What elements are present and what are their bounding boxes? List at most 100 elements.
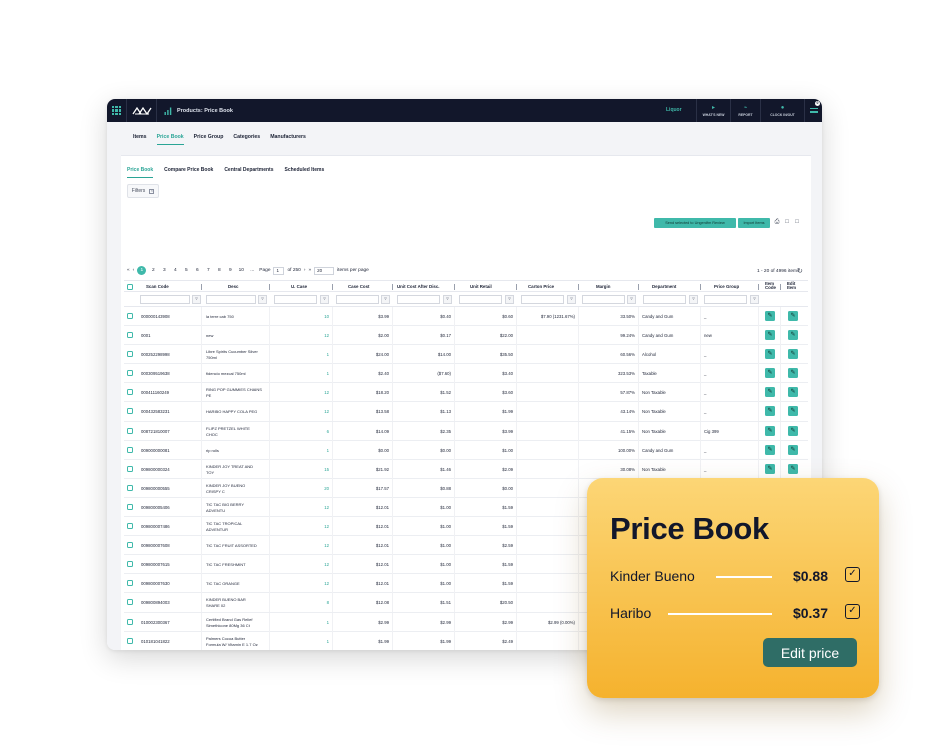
row-checkbox[interactable] (127, 313, 133, 319)
last-page-icon[interactable]: » (308, 268, 311, 273)
edit-item-icon[interactable]: ✎ (788, 368, 798, 379)
col-edit-item[interactable]: Edit Item (787, 281, 799, 291)
table-row[interactable]: 0001 new 12 $2.00 $0.17 $22.00 99.24% Candy and… (124, 326, 808, 346)
col-price-group[interactable]: Price Group (714, 284, 739, 289)
item-code-edit-icon[interactable]: ✎ (765, 387, 775, 398)
filter-price-group[interactable] (704, 295, 747, 304)
row-checkbox[interactable] (127, 542, 133, 549)
item-code-edit-icon[interactable]: ✎ (765, 368, 775, 379)
tab-price-group[interactable]: Price Group (194, 134, 224, 145)
filter-unit-retail[interactable] (459, 295, 502, 304)
refresh-icon[interactable]: ↻ (797, 267, 803, 275)
print-icon[interactable]: ⎙ (774, 219, 780, 226)
filter-unit-cost[interactable] (397, 295, 440, 304)
row-checkbox[interactable] (127, 580, 133, 587)
col-scan-code[interactable]: Scan Code (146, 284, 169, 289)
filter-icon[interactable]: ▿ (192, 295, 201, 304)
import-items-button[interactable]: Import Items (738, 218, 770, 228)
filter-icon[interactable]: ▿ (567, 295, 576, 304)
row-checkbox[interactable] (127, 370, 133, 377)
row-checkbox[interactable] (127, 332, 133, 339)
edit-item-icon[interactable]: ✎ (788, 330, 798, 341)
first-page-icon[interactable]: « (127, 268, 130, 273)
edit-item-icon[interactable]: ✎ (788, 349, 798, 360)
page-input[interactable]: 1 (273, 266, 285, 275)
edit-item-icon[interactable]: ✎ (788, 444, 798, 455)
row-checkbox[interactable] (127, 599, 133, 606)
page-9[interactable]: 9 (226, 268, 234, 273)
user-name[interactable]: Liquor (666, 107, 682, 113)
col-desc[interactable]: Desc (228, 284, 239, 289)
col-unit-cost[interactable]: Unit Cost After Disc. (397, 284, 440, 289)
page-6[interactable]: 6 (193, 268, 201, 273)
page-2[interactable]: 2 (149, 268, 157, 273)
table-row[interactable]: 000411160249 RING POP GUMMIES CHAINS PE 12 $… (124, 383, 808, 403)
checkbox-checked-icon[interactable]: ✓ (845, 567, 860, 582)
item-code-edit-icon[interactable]: ✎ (765, 406, 775, 417)
item-code-edit-icon[interactable]: ✎ (765, 425, 775, 436)
report-button[interactable]: ⌁ REPORT (730, 99, 760, 122)
page-1[interactable]: 1 (137, 266, 147, 275)
col-item-code[interactable]: Item Code (765, 281, 777, 291)
logo-icon[interactable] (127, 99, 157, 122)
page-7[interactable]: 7 (204, 268, 212, 273)
filter-u-case[interactable] (274, 295, 317, 304)
subtab-central-departments[interactable]: Central Departments (224, 167, 273, 178)
edit-item-icon[interactable]: ✎ (788, 311, 798, 321)
table-row[interactable]: 000000143908 la terre cab 750 10 $3.99 $0.40… (124, 307, 808, 327)
tab-categories[interactable]: Categories (233, 134, 260, 145)
subtab-compare-price-book[interactable]: Compare Price Book (164, 167, 213, 178)
page-8[interactable]: 8 (215, 268, 223, 273)
item-code-edit-icon[interactable]: ✎ (765, 463, 775, 474)
prev-page-icon[interactable]: ‹ (133, 268, 135, 273)
table-row[interactable]: 008721810007 FLIPZ PRETZEL WHITE CHOC 6 $14.… (124, 421, 808, 441)
filter-icon[interactable]: ▿ (320, 295, 329, 304)
col-case-cost[interactable]: Case Cost (348, 284, 369, 289)
filter-icon[interactable]: ▿ (381, 295, 390, 304)
export-csv-icon[interactable]: □ (794, 219, 800, 226)
filter-scan-code[interactable] (140, 295, 190, 304)
filter-department[interactable] (643, 295, 686, 304)
row-checkbox[interactable] (127, 484, 133, 491)
filter-icon[interactable]: ▿ (750, 295, 759, 304)
subtab-price-book[interactable]: Price Book (127, 167, 154, 178)
edit-item-icon[interactable]: ✎ (788, 463, 798, 474)
col-u-case[interactable]: U. Case (291, 284, 307, 289)
tab-items[interactable]: Items (133, 134, 147, 145)
per-page-select[interactable]: 20 (314, 266, 335, 275)
filter-icon[interactable]: ▿ (627, 295, 636, 304)
filter-icon[interactable]: ▿ (258, 295, 267, 304)
row-checkbox[interactable] (127, 389, 133, 396)
row-checkbox[interactable] (127, 503, 133, 510)
send-selected-button[interactable]: Send selected to Ungerdfm Review (654, 218, 736, 228)
item-code-edit-icon[interactable]: ✎ (765, 349, 775, 360)
page-5[interactable]: 5 (182, 268, 190, 273)
edit-item-icon[interactable]: ✎ (788, 406, 798, 417)
table-row[interactable]: 009800000324 KINDER JOY TREAT AND TOY 15 $21… (124, 459, 808, 479)
table-row[interactable]: 000252298998 Libre Spirits Cucumber Silve… (124, 345, 808, 365)
select-all-checkbox[interactable] (127, 284, 133, 290)
table-row[interactable]: 000309519638 fidencio mezcal 750ml 1 $2.40 (… (124, 364, 808, 384)
row-checkbox[interactable] (127, 351, 133, 358)
row-checkbox[interactable] (127, 465, 133, 472)
apps-grid-icon[interactable] (107, 99, 127, 122)
table-row[interactable]: 000432583231 HARIBO HAPPY COLA PEG 12 $13.5… (124, 402, 808, 422)
row-checkbox[interactable] (127, 618, 133, 625)
clock-in-out-button[interactable]: ● CLOCK IN/OUT (760, 99, 804, 122)
next-page-icon[interactable]: › (304, 268, 306, 273)
subtab-scheduled-items[interactable]: Scheduled Items (285, 167, 325, 178)
row-checkbox[interactable] (127, 408, 133, 415)
filter-icon[interactable]: ▿ (505, 295, 514, 304)
export-file-icon[interactable]: □ (784, 219, 790, 226)
filter-case-cost[interactable] (336, 295, 379, 304)
page-10[interactable]: 10 (237, 268, 245, 273)
checkbox-checked-icon[interactable]: ✓ (845, 604, 860, 619)
row-checkbox[interactable] (127, 561, 133, 568)
item-code-edit-icon[interactable]: ✎ (765, 330, 775, 341)
table-row[interactable]: 009000000081 rip rolls 1 $0.00 $0.00 $1.00 100… (124, 440, 808, 460)
row-checkbox[interactable] (127, 523, 133, 530)
page-3[interactable]: 3 (160, 268, 168, 273)
col-margin[interactable]: Margin (596, 284, 610, 289)
edit-item-icon[interactable]: ✎ (788, 387, 798, 398)
filters-button[interactable]: Filters × (127, 184, 159, 198)
